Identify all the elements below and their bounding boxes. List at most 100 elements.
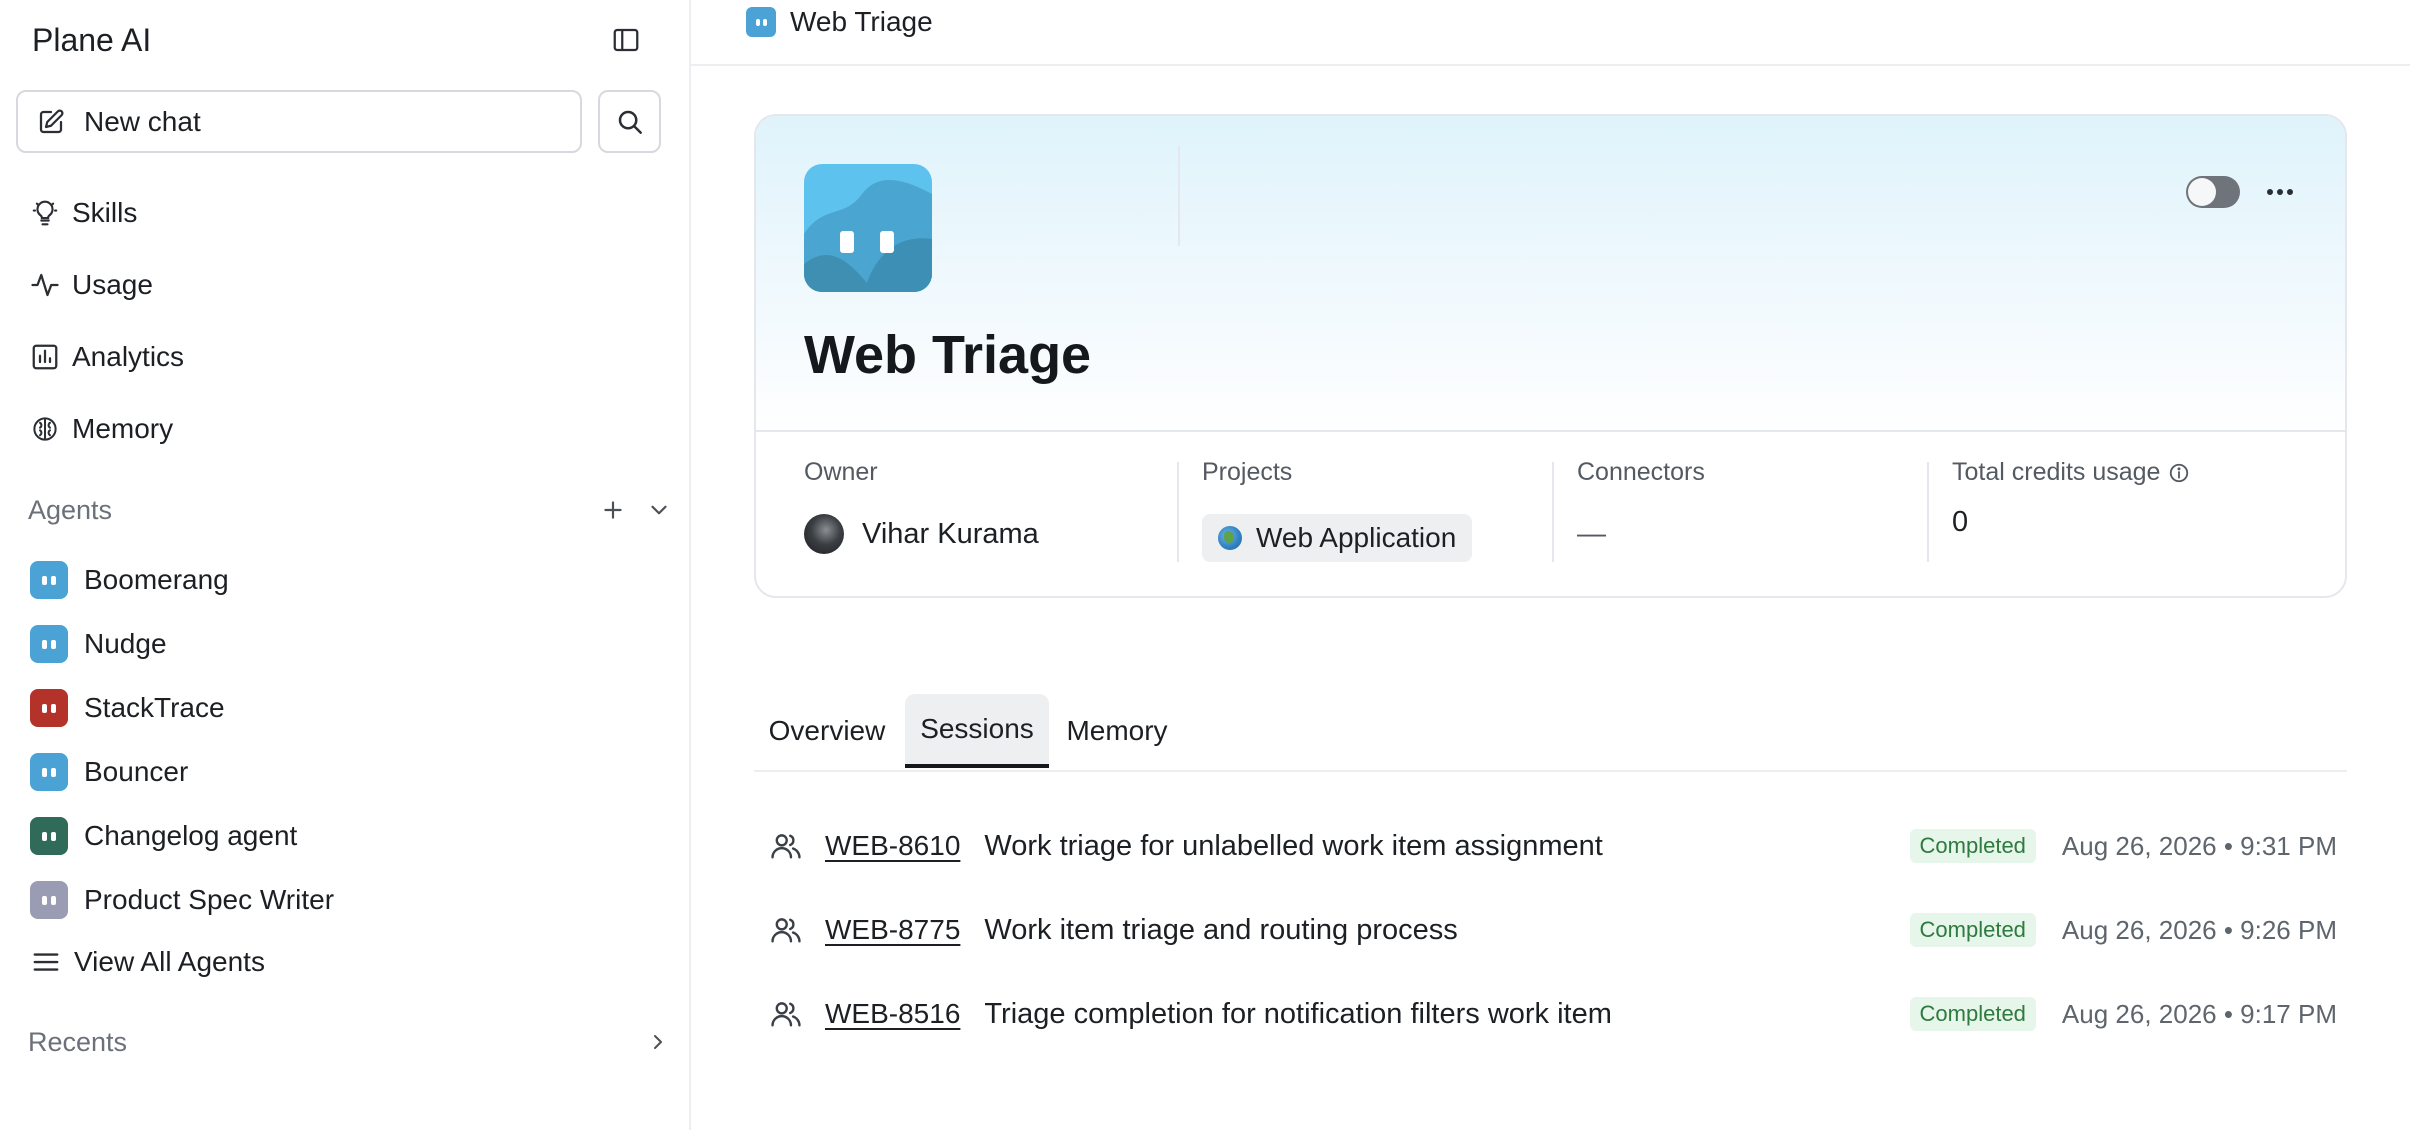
project-name: Web Application [1256, 522, 1457, 553]
agent-title: Web Triage [804, 325, 1092, 385]
search-icon [618, 110, 642, 134]
sidebar-agent-stacktrace[interactable]: StackTrace [30, 683, 225, 733]
sidebar: Plane AI New chat Skills Usage Analytics… [0, 0, 691, 1130]
sidebar-item-label: Memory [72, 413, 174, 444]
session-title: Work triage for unlabelled work item ass… [984, 829, 1603, 862]
sidebar-toggle-button[interactable] [606, 20, 646, 60]
project-chip[interactable]: Web Application [1202, 514, 1473, 562]
agent-avatar-icon [30, 817, 68, 855]
agent-avatar-icon [30, 625, 68, 663]
owner-field: Owner Vihar Kurama [804, 432, 1144, 596]
owner-name: Vihar Kurama [862, 517, 1039, 550]
divider [1178, 146, 1180, 246]
agent-logo-icon [804, 164, 932, 292]
status-badge: Completed [1909, 913, 2036, 947]
session-date: Aug 26, 2026 • 9:31 PM [2061, 830, 2337, 861]
session-row[interactable]: WEB-8516 Triage completion for notificat… [769, 984, 2337, 1044]
projects-label: Projects [1202, 458, 1293, 486]
session-date: Aug 26, 2026 • 9:17 PM [2061, 998, 2337, 1029]
agent-enable-toggle[interactable] [2186, 176, 2240, 208]
sidebar-item-memory[interactable]: Memory [30, 404, 173, 454]
view-all-label: View All Agents [74, 946, 265, 977]
sidebar-item-label: Analytics [72, 341, 185, 372]
sidebar-item-analytics[interactable]: Analytics [30, 332, 184, 382]
agents-section-heading: Agents [28, 494, 113, 525]
session-title: Work item triage and routing process [984, 913, 1458, 946]
agent-label: Boomerang [84, 564, 229, 595]
session-title: Triage completion for notification filte… [984, 997, 1612, 1030]
agent-avatar-icon [30, 561, 68, 599]
divider [1927, 462, 1929, 562]
agent-label: StackTrace [84, 692, 225, 723]
sidebar-agent-bouncer[interactable]: Bouncer [30, 747, 188, 797]
new-chat-button[interactable]: New chat [16, 90, 582, 153]
sidebar-agent-changelog[interactable]: Changelog agent [30, 811, 297, 861]
sidebar-item-label: Usage [72, 269, 153, 300]
tab-sessions[interactable]: Sessions [905, 694, 1049, 768]
chevron-down-icon[interactable] [646, 497, 672, 523]
chevron-right-icon [654, 1035, 662, 1049]
agent-avatar-icon [30, 689, 68, 727]
work-item-id-link[interactable]: WEB-8775 [825, 914, 960, 946]
agent-label: Nudge [84, 628, 167, 659]
project-chip-body: Web Application [1202, 514, 1473, 562]
agent-avatar-icon [746, 7, 776, 37]
session-row[interactable]: WEB-8610 Work triage for unlabelled work… [769, 816, 2337, 876]
tab-memory[interactable]: Memory [1054, 694, 1180, 768]
sidebar-panel-icon [613, 28, 639, 52]
connectors-label: Connectors [1577, 458, 1705, 486]
tab-overview[interactable]: Overview [754, 694, 900, 768]
work-item-id-link[interactable]: WEB-8610 [825, 830, 960, 862]
status-badge: Completed [1909, 997, 2036, 1031]
brain-icon [33, 417, 57, 441]
divider [1552, 462, 1554, 562]
agent-card: Web Triage Owner Vihar Kurama Projects W… [754, 114, 2347, 598]
connectors-field: Connectors — [1577, 432, 1917, 596]
work-item-id-link[interactable]: WEB-8516 [825, 998, 960, 1030]
agents-actions [600, 490, 672, 530]
divider [1177, 462, 1179, 562]
sidebar-agent-product-spec-writer[interactable]: Product Spec Writer [30, 875, 334, 925]
agent-label: Changelog agent [84, 820, 298, 851]
agent-avatar-icon [30, 881, 68, 919]
agent-label: Bouncer [84, 756, 189, 787]
connectors-value: — [1577, 518, 1606, 550]
agent-tabs: Overview Sessions Memory [754, 694, 2347, 772]
bar-chart-icon [32, 344, 58, 370]
credits-label-row: Total credits usage [1952, 458, 2190, 487]
agent-label: Product Spec Writer [84, 884, 335, 915]
add-agent-icon[interactable] [600, 497, 626, 523]
sidebar-item-usage[interactable]: Usage [30, 260, 153, 310]
toggle-knob [2188, 178, 2216, 206]
credits-field: Total credits usage 0 [1952, 432, 2312, 596]
main-content: Web Triage Web Triage Owner Vihar Kurama… [691, 0, 2410, 1130]
owner-value[interactable]: Vihar Kurama [804, 514, 1039, 554]
more-horizontal-icon [2267, 189, 2293, 195]
session-row[interactable]: WEB-8775 Work item triage and routing pr… [769, 900, 2337, 960]
menu-icon [33, 953, 59, 971]
status-badge: Completed [1909, 829, 2036, 863]
breadcrumb-label: Web Triage [790, 6, 933, 37]
session-date: Aug 26, 2026 • 9:26 PM [2061, 914, 2337, 945]
lightbulb-icon [32, 200, 58, 226]
agent-card-header: Web Triage [756, 116, 2345, 432]
recents-section-heading: Recents [28, 1026, 128, 1057]
view-all-agents-link[interactable]: View All Agents [30, 937, 265, 987]
sidebar-item-label: Skills [72, 197, 138, 228]
info-icon[interactable] [2168, 462, 2190, 484]
recents-expand-button[interactable] [646, 1024, 670, 1065]
top-bar: Web Triage [691, 0, 2410, 66]
credits-label: Total credits usage [1952, 458, 2161, 486]
users-icon [771, 1002, 801, 1027]
globe-icon [1218, 526, 1242, 550]
more-options-button[interactable] [2260, 174, 2300, 210]
sidebar-agent-nudge[interactable]: Nudge [30, 619, 167, 669]
search-button[interactable] [598, 90, 661, 153]
agent-avatar-icon [30, 753, 68, 791]
edit-icon [39, 108, 64, 133]
new-chat-label: New chat [84, 105, 201, 137]
sidebar-item-skills[interactable]: Skills [30, 188, 137, 238]
breadcrumb[interactable]: Web Triage [746, 4, 933, 40]
sidebar-agent-boomerang[interactable]: Boomerang [30, 555, 229, 605]
credits-value: 0 [1952, 506, 1969, 538]
